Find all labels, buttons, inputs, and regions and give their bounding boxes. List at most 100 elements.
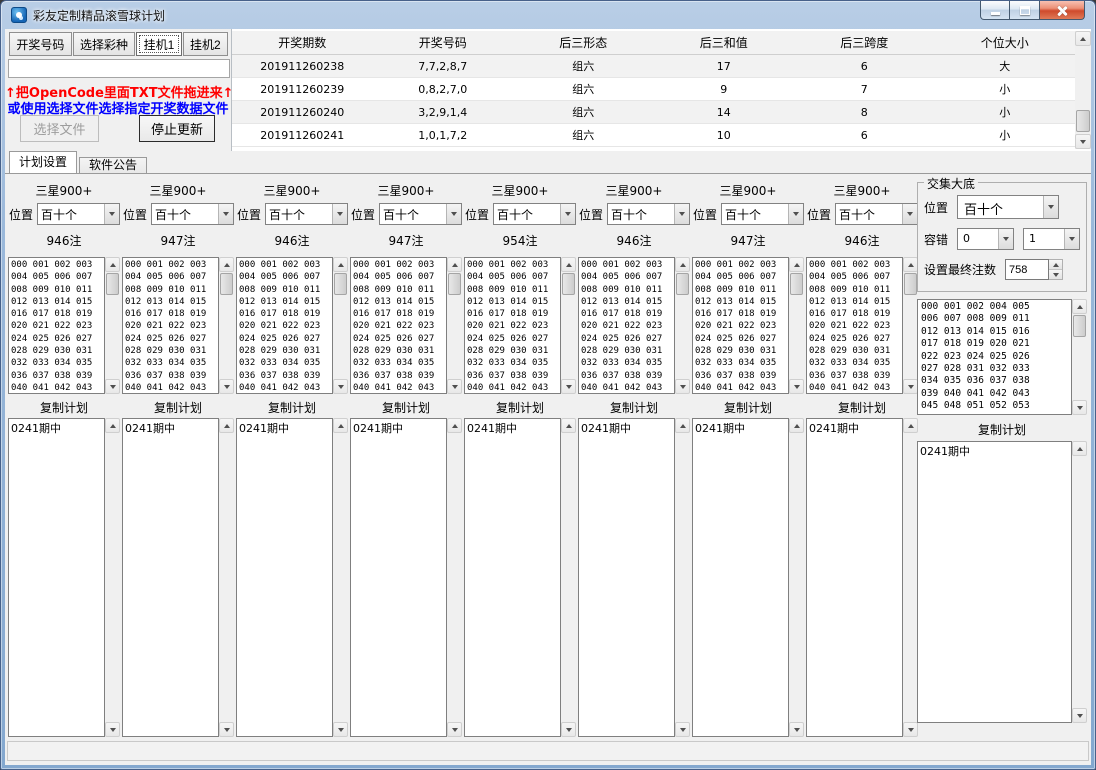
number-row[interactable]: 028 029 030 031 [11, 345, 104, 357]
tab[interactable]: 计划设置 [9, 151, 77, 173]
number-row[interactable]: 028 029 030 031 [239, 345, 332, 357]
listbox-scrollbar[interactable] [447, 257, 462, 394]
close-button[interactable] [1039, 1, 1085, 20]
number-row[interactable]: 000 001 002 003 [695, 259, 788, 271]
chevron-down-icon[interactable] [674, 204, 689, 224]
number-row[interactable]: 028 029 030 031 [695, 345, 788, 357]
number-row[interactable]: 004 005 006 007 [695, 271, 788, 283]
number-row[interactable]: 008 009 010 011 [353, 284, 446, 296]
number-row[interactable]: 012 013 014 015 [353, 296, 446, 308]
number-row[interactable]: 017 018 019 020 021 [921, 338, 1071, 350]
result-textarea[interactable]: 0241期中 [464, 418, 561, 737]
number-row[interactable]: 036 037 038 039 [809, 370, 902, 382]
number-row[interactable]: 004 005 006 007 [239, 271, 332, 283]
number-row[interactable]: 036 037 038 039 [125, 370, 218, 382]
scroll-down-button[interactable] [105, 722, 120, 737]
stop-update-button[interactable]: 停止更新 [139, 115, 215, 142]
results-scrollbar[interactable] [1075, 31, 1091, 149]
number-row[interactable]: 012 013 014 015 [125, 296, 218, 308]
scrollbar-thumb[interactable] [676, 273, 689, 295]
scrollbar-thumb[interactable] [1073, 315, 1086, 337]
column-header[interactable]: 开奖期数 [232, 31, 373, 54]
number-row[interactable]: 012 013 014 015 [11, 296, 104, 308]
number-row[interactable]: 036 037 038 039 [695, 370, 788, 382]
listbox-scrollbar[interactable] [333, 257, 348, 394]
number-row[interactable]: 004 005 006 007 [11, 271, 104, 283]
number-row[interactable]: 032 033 034 035 [467, 357, 560, 369]
scroll-up-button[interactable] [447, 257, 462, 272]
result-scrollbar[interactable] [333, 418, 348, 737]
number-row[interactable]: 008 009 010 011 [239, 284, 332, 296]
chevron-down-icon[interactable] [332, 204, 347, 224]
number-row[interactable]: 016 017 018 019 [353, 308, 446, 320]
number-row[interactable]: 012 013 014 015 [581, 296, 674, 308]
scroll-down-button[interactable] [1072, 400, 1087, 415]
result-scrollbar[interactable] [1072, 441, 1087, 723]
number-listbox[interactable]: 000 001 002 003004 005 006 007008 009 01… [236, 257, 333, 394]
scroll-down-button[interactable] [561, 379, 576, 394]
number-row[interactable]: 032 033 034 035 [11, 357, 104, 369]
tolerance-select-2[interactable]: 1 [1023, 228, 1080, 250]
number-row[interactable]: 008 009 010 011 [11, 284, 104, 296]
result-textarea[interactable]: 0241期中 [122, 418, 219, 737]
titlebar[interactable]: 彩友定制精品滚雪球计划 [1, 1, 1095, 29]
result-scrollbar[interactable] [219, 418, 234, 737]
scroll-down-button[interactable] [219, 379, 234, 394]
number-row[interactable]: 008 009 010 011 [695, 284, 788, 296]
number-row[interactable]: 024 025 026 027 [467, 333, 560, 345]
number-row[interactable]: 020 021 022 023 [581, 320, 674, 332]
position-select[interactable]: 百十个 [835, 203, 918, 225]
scrollbar-thumb[interactable] [334, 273, 347, 295]
number-row[interactable]: 040 041 042 043 [809, 382, 902, 394]
number-row[interactable]: 012 013 014 015 [809, 296, 902, 308]
number-row[interactable]: 024 025 026 027 [809, 333, 902, 345]
number-row[interactable]: 040 041 042 043 [581, 382, 674, 394]
copy-plan-button[interactable]: 复制计划 [806, 399, 918, 415]
scroll-down-button[interactable] [219, 722, 234, 737]
choose-file-button[interactable]: 选择文件 [20, 115, 99, 142]
number-row[interactable]: 012 013 014 015 [467, 296, 560, 308]
number-row[interactable]: 020 021 022 023 [353, 320, 446, 332]
chevron-down-icon[interactable] [1064, 229, 1079, 249]
scroll-up-button[interactable] [789, 418, 804, 433]
copy-plan-button[interactable]: 复制计划 [122, 399, 234, 415]
scroll-down-button[interactable] [333, 379, 348, 394]
number-row[interactable]: 020 021 022 023 [695, 320, 788, 332]
position-select[interactable]: 百十个 [957, 195, 1059, 219]
number-row[interactable]: 000 001 002 003 [581, 259, 674, 271]
number-row[interactable]: 000 001 002 003 [809, 259, 902, 271]
result-textarea[interactable]: 0241期中 [806, 418, 903, 737]
number-row[interactable]: 036 037 038 039 [11, 370, 104, 382]
column-header[interactable]: 后三跨度 [794, 31, 935, 54]
number-row[interactable]: 016 017 018 019 [11, 308, 104, 320]
scrollbar-thumb[interactable] [220, 273, 233, 295]
column-header[interactable]: 开奖号码 [373, 31, 514, 54]
tolerance-select-1[interactable]: 0 [957, 228, 1014, 250]
chevron-down-icon[interactable] [446, 204, 461, 224]
scrollbar-track[interactable] [1075, 31, 1091, 149]
scroll-down-button[interactable] [447, 722, 462, 737]
position-select[interactable]: 百十个 [493, 203, 576, 225]
column-header[interactable]: 个位大小 [935, 31, 1076, 54]
number-row[interactable]: 032 033 034 035 [353, 357, 446, 369]
number-row[interactable]: 016 017 018 019 [809, 308, 902, 320]
number-listbox[interactable]: 000 001 002 003004 005 006 007008 009 01… [8, 257, 105, 394]
number-row[interactable]: 032 033 034 035 [695, 357, 788, 369]
scroll-up-button[interactable] [333, 257, 348, 272]
number-row[interactable]: 024 025 026 027 [239, 333, 332, 345]
number-row[interactable]: 040 041 042 043 [467, 382, 560, 394]
number-row[interactable]: 028 029 030 031 [353, 345, 446, 357]
number-row[interactable]: 000 001 002 003 [353, 259, 446, 271]
number-row[interactable]: 006 007 008 009 011 [921, 313, 1071, 325]
column-header[interactable]: 后三形态 [513, 31, 654, 54]
scroll-down-button[interactable] [675, 722, 690, 737]
number-row[interactable]: 027 028 031 032 033 [921, 363, 1071, 375]
result-scrollbar[interactable] [447, 418, 462, 737]
chevron-down-icon[interactable] [218, 204, 233, 224]
result-scrollbar[interactable] [789, 418, 804, 737]
number-row[interactable]: 020 021 022 023 [125, 320, 218, 332]
scroll-up-button[interactable] [333, 418, 348, 433]
number-row[interactable]: 016 017 018 019 [695, 308, 788, 320]
number-row[interactable]: 016 017 018 019 [125, 308, 218, 320]
position-select[interactable]: 百十个 [37, 203, 120, 225]
